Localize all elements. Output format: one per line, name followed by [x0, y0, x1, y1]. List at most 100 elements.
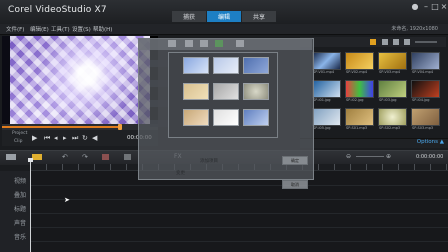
library-thumb[interactable]	[411, 52, 440, 70]
dialog-thumb[interactable]	[243, 83, 269, 100]
library-thumb[interactable]	[345, 52, 374, 70]
scrub-progress	[2, 126, 120, 128]
thumb-label: SP-V03.mp4	[379, 70, 401, 74]
storyboard-view-icon[interactable]	[6, 154, 16, 160]
dialog-tool-icon[interactable]	[200, 40, 208, 47]
workspace-tabs: 捕获 编辑 共享	[172, 11, 277, 22]
dialog-cancel-button[interactable]: 取消	[282, 180, 308, 189]
dialog-side-tab[interactable]	[150, 80, 168, 87]
mouse-cursor-icon: ➤	[64, 196, 70, 204]
repeat-icon[interactable]: ↻	[82, 134, 88, 142]
thumb-label: SP-S01.mp3	[346, 126, 368, 130]
dialog-thumbnail-panel	[168, 52, 278, 138]
library-thumb[interactable]	[312, 108, 341, 126]
volume-icon[interactable]: ◀	[92, 134, 97, 142]
dialog-folder-icon[interactable]	[168, 40, 176, 47]
thumb-label: SP-I02.jpg	[346, 98, 364, 102]
track-divider	[30, 227, 448, 228]
track-title[interactable]: 标题	[14, 204, 26, 213]
zoom-in-icon[interactable]: ⊕	[386, 153, 391, 160]
thumb-label: SP-S02.mp3	[379, 126, 401, 130]
menu-edit[interactable]: 编辑(E)	[30, 25, 49, 33]
library-thumb[interactable]	[411, 80, 440, 98]
dialog-thumb[interactable]	[183, 83, 209, 100]
playhead-handle[interactable]	[28, 158, 33, 162]
options-button[interactable]: Options ▲	[417, 139, 444, 145]
track-divider	[30, 199, 448, 200]
thumb-label: SP-I03.jpg	[379, 98, 397, 102]
dialog-side-tab[interactable]	[150, 120, 168, 127]
grid-view-icon[interactable]	[393, 39, 399, 45]
dialog-thumb[interactable]	[213, 109, 239, 126]
preview-window[interactable]	[2, 36, 158, 124]
dialog-field-label: 添加项目	[200, 159, 218, 164]
dialog-thumb[interactable]	[213, 83, 239, 100]
mixer-icon[interactable]	[124, 154, 131, 160]
library-thumb[interactable]	[378, 80, 407, 98]
library-thumb[interactable]	[312, 52, 341, 70]
zoom-out-icon[interactable]: ⊖	[346, 153, 351, 160]
tab-edit[interactable]: 编辑	[207, 11, 241, 22]
dialog-settings-icon[interactable]	[236, 40, 244, 47]
playhead[interactable]	[30, 160, 31, 252]
dialog-thumb[interactable]	[243, 109, 269, 126]
menu-settings[interactable]: 设置(S)	[72, 25, 91, 33]
dialog-thumb[interactable]	[243, 57, 269, 74]
timeline-body[interactable]	[0, 171, 448, 252]
thumb-label: SP-I04.jpg	[412, 98, 430, 102]
prev-frame-icon[interactable]: ◂	[54, 134, 58, 142]
dialog-side-tab[interactable]	[150, 60, 168, 67]
maximize-icon[interactable]: □	[431, 3, 439, 11]
library-grid: SP-V01.mp4 SP-V02.mp4 SP-V03.mp4 SP-V04.…	[312, 50, 448, 134]
close-icon[interactable]: ×	[440, 3, 448, 11]
track-overlay[interactable]: 叠加	[14, 190, 26, 199]
preview-letterbox	[2, 36, 10, 124]
track-music[interactable]: 音乐	[14, 232, 26, 241]
list-view-icon[interactable]	[382, 39, 388, 45]
menu-help[interactable]: 帮助(H)	[93, 25, 112, 33]
dialog-thumb[interactable]	[213, 57, 239, 74]
redo-icon[interactable]: ↷	[82, 153, 88, 161]
zoom-slider[interactable]	[356, 156, 384, 157]
library-thumb[interactable]	[345, 80, 374, 98]
timeline-view-icon[interactable]	[32, 154, 42, 160]
app-title: Corel VideoStudio X7	[8, 5, 107, 15]
tab-capture[interactable]: 捕获	[172, 11, 206, 22]
next-frame-icon[interactable]: ▸	[63, 134, 67, 142]
mode-project[interactable]: Project	[12, 131, 27, 136]
dialog-tool-icon[interactable]	[185, 40, 193, 47]
sort-icon[interactable]	[404, 39, 410, 45]
project-info: 未命名, 1920x1080	[391, 26, 438, 32]
menu-tools[interactable]: 工具(T)	[51, 25, 70, 33]
tab-share[interactable]: 共享	[242, 11, 276, 22]
track-video[interactable]: 视频	[14, 176, 26, 185]
thumb-size-slider[interactable]	[415, 41, 437, 43]
library-thumb[interactable]	[378, 108, 407, 126]
dialog-field-label: 变更	[176, 171, 185, 176]
home-icon[interactable]: ⏮	[44, 134, 50, 142]
dialog-thumb[interactable]	[183, 57, 209, 74]
end-icon[interactable]: ⏭	[72, 134, 78, 142]
menu-file[interactable]: 文件(F)	[6, 25, 24, 33]
info-icon[interactable]: ●	[411, 3, 419, 11]
play-icon[interactable]: ▶	[32, 134, 37, 142]
timeline-timecode[interactable]: 0:00:00:00	[416, 154, 443, 160]
track-divider	[30, 185, 448, 186]
thumb-label: SP-I01.jpg	[313, 98, 331, 102]
undo-icon[interactable]: ↶	[62, 153, 68, 161]
library-thumb[interactable]	[378, 52, 407, 70]
dialog-image-icon[interactable]	[215, 40, 223, 47]
library-thumb[interactable]	[345, 108, 374, 126]
record-icon[interactable]	[102, 154, 109, 160]
track-voice[interactable]: 声音	[14, 218, 26, 227]
track-divider	[30, 241, 448, 242]
dialog-thumb[interactable]	[183, 109, 209, 126]
track-divider	[30, 213, 448, 214]
library-thumb[interactable]	[312, 80, 341, 98]
dialog-ok-button[interactable]: 确定	[282, 156, 308, 165]
mode-clip[interactable]: Clip	[14, 139, 23, 144]
library-thumb[interactable]	[411, 108, 440, 126]
dialog-side-tab[interactable]	[150, 100, 168, 107]
folder-icon[interactable]	[370, 39, 376, 45]
minimize-icon[interactable]: –	[422, 3, 430, 11]
